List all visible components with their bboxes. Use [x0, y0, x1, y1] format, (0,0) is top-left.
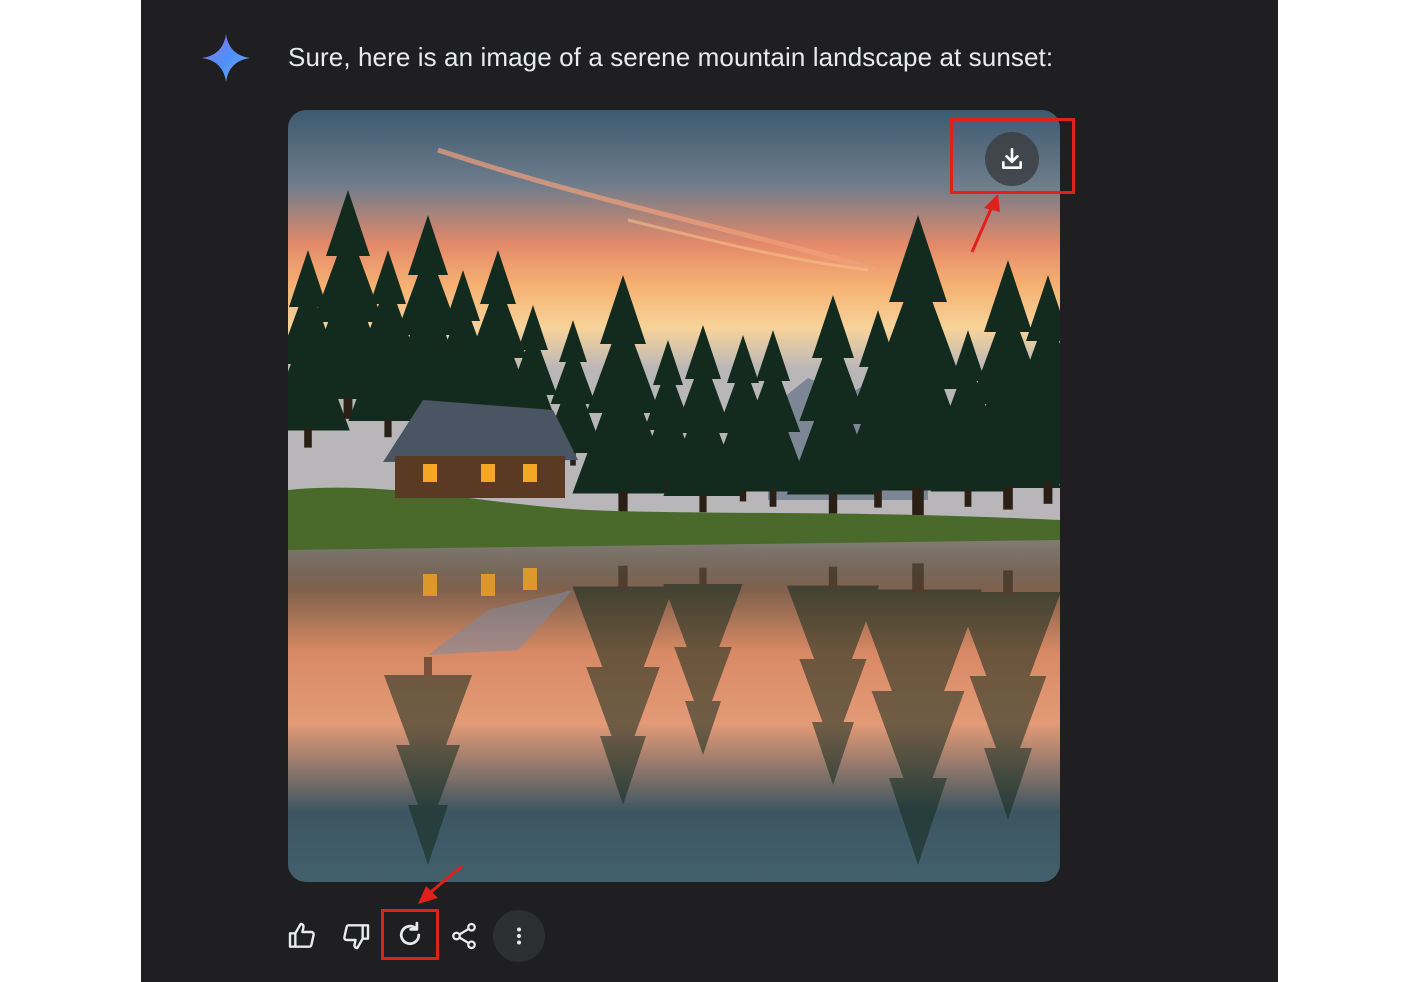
regenerate-button[interactable]	[386, 911, 434, 959]
annotation-arrow-download	[970, 194, 1000, 253]
more-options-button[interactable]	[493, 910, 545, 962]
more-options-icon	[517, 927, 521, 945]
thumbs-up-icon	[288, 922, 315, 948]
generated-image[interactable]	[288, 110, 1060, 882]
thumbs-up-button[interactable]	[278, 912, 326, 960]
regenerate-icon	[399, 921, 421, 946]
annotation-arrow-regenerate	[418, 864, 463, 904]
response-text: Sure, here is an image of a serene mount…	[288, 42, 1054, 72]
download-highlight-box	[950, 118, 1075, 194]
thumbs-down-icon	[343, 924, 370, 950]
share-icon	[452, 922, 476, 950]
gemini-sparkle-icon	[202, 34, 250, 82]
thumbs-down-button[interactable]	[332, 912, 380, 960]
share-button[interactable]	[440, 912, 488, 960]
